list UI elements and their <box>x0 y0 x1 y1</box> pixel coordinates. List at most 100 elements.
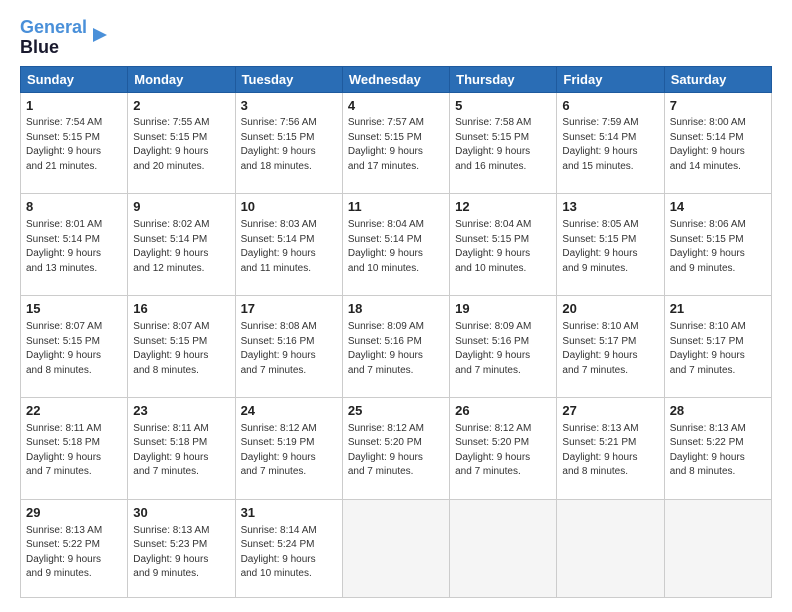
day-info-line: Daylight: 9 hours <box>26 451 122 466</box>
day-number: 31 <box>241 504 337 523</box>
calendar-cell <box>342 499 449 597</box>
day-info-line: Sunrise: 8:04 AM <box>348 218 444 233</box>
day-info-line: and 7 minutes. <box>562 364 658 379</box>
day-info-line: Daylight: 9 hours <box>455 349 551 364</box>
day-info-line: Daylight: 9 hours <box>455 247 551 262</box>
week-row-4: 22Sunrise: 8:11 AMSunset: 5:18 PMDayligh… <box>21 397 772 499</box>
calendar-cell: 7Sunrise: 8:00 AMSunset: 5:14 PMDaylight… <box>664 92 771 194</box>
day-info-line: Sunrise: 8:01 AM <box>26 218 122 233</box>
day-info-line: Sunset: 5:14 PM <box>348 233 444 248</box>
day-info-line: and 8 minutes. <box>133 364 229 379</box>
day-info-line: Sunset: 5:18 PM <box>26 436 122 451</box>
calendar-cell: 5Sunrise: 7:58 AMSunset: 5:15 PMDaylight… <box>450 92 557 194</box>
day-number: 26 <box>455 402 551 421</box>
day-info-line: Sunrise: 8:12 AM <box>241 422 337 437</box>
calendar-cell: 2Sunrise: 7:55 AMSunset: 5:15 PMDaylight… <box>128 92 235 194</box>
day-info-line: Sunrise: 8:05 AM <box>562 218 658 233</box>
day-info-line: Sunset: 5:14 PM <box>26 233 122 248</box>
calendar-cell: 28Sunrise: 8:13 AMSunset: 5:22 PMDayligh… <box>664 397 771 499</box>
day-info-line: Daylight: 9 hours <box>26 145 122 160</box>
day-info-line: Sunset: 5:20 PM <box>348 436 444 451</box>
day-info-line: Sunrise: 8:10 AM <box>670 320 766 335</box>
day-number: 6 <box>562 97 658 116</box>
day-info-line: Sunrise: 8:12 AM <box>455 422 551 437</box>
day-number: 3 <box>241 97 337 116</box>
day-number: 24 <box>241 402 337 421</box>
col-header-thursday: Thursday <box>450 66 557 92</box>
day-number: 12 <box>455 198 551 217</box>
day-info-line: and 20 minutes. <box>133 160 229 175</box>
calendar-cell: 15Sunrise: 8:07 AMSunset: 5:15 PMDayligh… <box>21 296 128 398</box>
day-number: 4 <box>348 97 444 116</box>
calendar-cell: 8Sunrise: 8:01 AMSunset: 5:14 PMDaylight… <box>21 194 128 296</box>
day-info-line: Sunset: 5:16 PM <box>241 335 337 350</box>
day-info-line: Sunset: 5:14 PM <box>670 131 766 146</box>
col-header-monday: Monday <box>128 66 235 92</box>
day-info-line: and 14 minutes. <box>670 160 766 175</box>
day-info-line: and 9 minutes. <box>670 262 766 277</box>
day-info-line: and 7 minutes. <box>348 364 444 379</box>
day-info-line: Sunset: 5:15 PM <box>133 335 229 350</box>
day-info-line: and 7 minutes. <box>241 465 337 480</box>
week-row-2: 8Sunrise: 8:01 AMSunset: 5:14 PMDaylight… <box>21 194 772 296</box>
day-info-line: Sunset: 5:22 PM <box>670 436 766 451</box>
day-info-line: and 7 minutes. <box>455 465 551 480</box>
day-info-line: Sunset: 5:18 PM <box>133 436 229 451</box>
day-info-line: Daylight: 9 hours <box>562 145 658 160</box>
day-info-line: Sunset: 5:19 PM <box>241 436 337 451</box>
day-info-line: Sunrise: 8:10 AM <box>562 320 658 335</box>
day-info-line: Sunrise: 8:03 AM <box>241 218 337 233</box>
calendar-cell: 21Sunrise: 8:10 AMSunset: 5:17 PMDayligh… <box>664 296 771 398</box>
day-number: 13 <box>562 198 658 217</box>
day-info-line: Daylight: 9 hours <box>241 553 337 568</box>
day-info-line: Sunrise: 7:58 AM <box>455 116 551 131</box>
day-number: 29 <box>26 504 122 523</box>
day-number: 27 <box>562 402 658 421</box>
day-info-line: Daylight: 9 hours <box>670 145 766 160</box>
day-info-line: Daylight: 9 hours <box>26 553 122 568</box>
calendar-cell: 17Sunrise: 8:08 AMSunset: 5:16 PMDayligh… <box>235 296 342 398</box>
calendar-cell <box>664 499 771 597</box>
day-info-line: Sunrise: 8:09 AM <box>455 320 551 335</box>
day-info-line: Sunrise: 7:57 AM <box>348 116 444 131</box>
day-info-line: Sunrise: 8:13 AM <box>133 524 229 539</box>
logo-text: GeneralBlue <box>20 18 87 58</box>
day-number: 28 <box>670 402 766 421</box>
day-info-line: Sunrise: 8:06 AM <box>670 218 766 233</box>
col-header-friday: Friday <box>557 66 664 92</box>
day-info-line: Sunset: 5:24 PM <box>241 538 337 553</box>
day-info-line: Daylight: 9 hours <box>241 145 337 160</box>
day-info-line: Daylight: 9 hours <box>133 349 229 364</box>
day-info-line: Daylight: 9 hours <box>241 349 337 364</box>
day-info-line: Daylight: 9 hours <box>26 247 122 262</box>
day-number: 21 <box>670 300 766 319</box>
calendar-cell: 6Sunrise: 7:59 AMSunset: 5:14 PMDaylight… <box>557 92 664 194</box>
day-info-line: Sunset: 5:15 PM <box>26 131 122 146</box>
day-info-line: Daylight: 9 hours <box>670 349 766 364</box>
day-number: 7 <box>670 97 766 116</box>
day-info-line: and 7 minutes. <box>670 364 766 379</box>
day-info-line: Daylight: 9 hours <box>348 145 444 160</box>
calendar-cell: 1Sunrise: 7:54 AMSunset: 5:15 PMDaylight… <box>21 92 128 194</box>
day-info-line: Daylight: 9 hours <box>562 247 658 262</box>
day-info-line: Sunset: 5:16 PM <box>455 335 551 350</box>
day-info-line: and 16 minutes. <box>455 160 551 175</box>
day-info-line: Sunset: 5:21 PM <box>562 436 658 451</box>
day-info-line: Sunrise: 8:12 AM <box>348 422 444 437</box>
day-info-line: Sunrise: 8:07 AM <box>26 320 122 335</box>
day-info-line: Sunrise: 7:56 AM <box>241 116 337 131</box>
calendar-cell: 24Sunrise: 8:12 AMSunset: 5:19 PMDayligh… <box>235 397 342 499</box>
day-info-line: Sunset: 5:20 PM <box>455 436 551 451</box>
calendar-cell: 10Sunrise: 8:03 AMSunset: 5:14 PMDayligh… <box>235 194 342 296</box>
day-info-line: Sunrise: 7:59 AM <box>562 116 658 131</box>
day-number: 30 <box>133 504 229 523</box>
calendar-cell: 4Sunrise: 7:57 AMSunset: 5:15 PMDaylight… <box>342 92 449 194</box>
day-info-line: Daylight: 9 hours <box>670 247 766 262</box>
calendar-cell: 23Sunrise: 8:11 AMSunset: 5:18 PMDayligh… <box>128 397 235 499</box>
day-info-line: Sunset: 5:15 PM <box>26 335 122 350</box>
calendar-cell: 14Sunrise: 8:06 AMSunset: 5:15 PMDayligh… <box>664 194 771 296</box>
calendar-cell: 3Sunrise: 7:56 AMSunset: 5:15 PMDaylight… <box>235 92 342 194</box>
day-number: 10 <box>241 198 337 217</box>
day-info-line: Sunrise: 8:09 AM <box>348 320 444 335</box>
logo-arrow-icon <box>89 24 111 46</box>
